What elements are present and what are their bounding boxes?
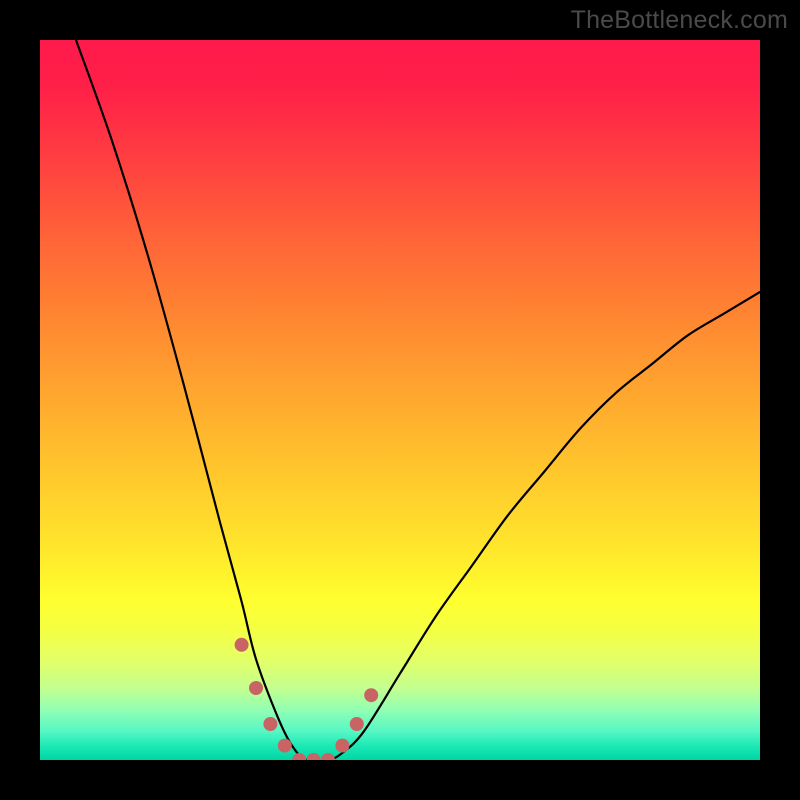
optimal-dot xyxy=(335,739,349,753)
optimal-dot xyxy=(364,688,378,702)
optimal-dot xyxy=(321,753,335,760)
optimal-dot xyxy=(278,739,292,753)
optimal-dot xyxy=(235,638,249,652)
bottleneck-curve xyxy=(40,40,760,760)
optimal-dot xyxy=(307,753,321,760)
optimal-dot xyxy=(249,681,263,695)
optimal-dot xyxy=(350,717,364,731)
optimal-dot xyxy=(263,717,277,731)
optimal-dot xyxy=(292,753,306,760)
plot-area xyxy=(40,40,760,760)
chart-frame: TheBottleneck.com xyxy=(0,0,800,800)
watermark-text: TheBottleneck.com xyxy=(571,6,788,35)
curve-path xyxy=(76,40,760,760)
